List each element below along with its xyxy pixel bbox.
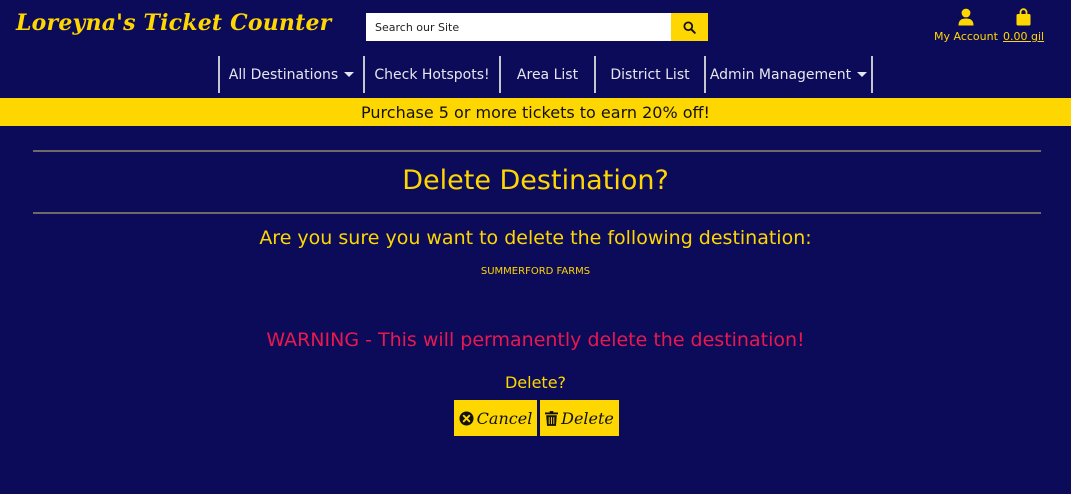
caret-down-icon <box>344 72 355 77</box>
destination-name: SUMMERFORD FARMS <box>480 266 591 277</box>
action-buttons: Cancel Delete <box>454 400 619 436</box>
shopping-bag-icon <box>1016 8 1031 26</box>
cart-total: 0.00 gil <box>1003 30 1045 43</box>
my-account-label: My Account <box>934 30 998 43</box>
nav-admin-management-label: Admin Management <box>709 66 852 83</box>
cancel-button-label: Cancel <box>476 408 533 428</box>
nav-district-list-label: District List <box>610 66 690 83</box>
warning-message: WARNING - This will permanently delete t… <box>266 329 805 351</box>
divider-top <box>33 150 1041 152</box>
nav-all-destinations[interactable]: All Destinations <box>220 56 365 93</box>
search-input[interactable] <box>366 13 671 41</box>
site-header: Loreyna's Ticket Counter My Account 0.00… <box>0 0 1071 56</box>
confirmation-question: Are you sure you want to delete the foll… <box>259 227 812 249</box>
delete-button[interactable]: Delete <box>540 400 619 436</box>
promo-text: Purchase 5 or more tickets to earn 20% o… <box>361 102 710 122</box>
user-icon <box>958 8 974 26</box>
nav-all-destinations-label: All Destinations <box>228 66 339 83</box>
promo-banner: Purchase 5 or more tickets to earn 20% o… <box>0 98 1071 126</box>
times-circle-icon <box>459 410 474 426</box>
site-brand[interactable]: Loreyna's Ticket Counter <box>16 10 331 36</box>
nav-area-list-label: Area List <box>516 66 579 83</box>
divider-bottom <box>33 212 1041 214</box>
nav-check-hotspots[interactable]: Check Hotspots! <box>365 56 501 93</box>
search-button[interactable] <box>671 13 708 41</box>
nav-area-list[interactable]: Area List <box>501 56 596 93</box>
main-nav: All Destinations Check Hotspots! Area Li… <box>218 56 873 93</box>
search-bar <box>366 13 708 41</box>
trash-icon <box>545 410 559 426</box>
delete-prompt: Delete? <box>504 373 567 392</box>
search-icon <box>683 20 696 34</box>
my-account-link[interactable]: My Account <box>934 8 998 43</box>
nav-admin-management[interactable]: Admin Management <box>706 56 873 93</box>
nav-check-hotspots-label: Check Hotspots! <box>374 66 490 83</box>
page-title: Delete Destination? <box>402 165 669 196</box>
cart-link[interactable]: 0.00 gil <box>1003 8 1044 43</box>
caret-down-icon <box>857 72 868 77</box>
nav-district-list[interactable]: District List <box>596 56 706 93</box>
cancel-button[interactable]: Cancel <box>454 400 537 436</box>
delete-button-label: Delete <box>561 408 614 428</box>
